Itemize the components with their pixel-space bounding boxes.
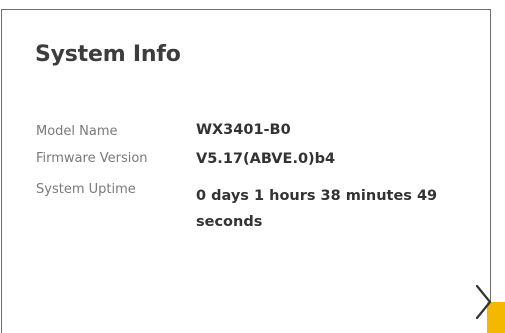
model-name-label: Model Name (36, 124, 118, 139)
page: System Info Model Name WX3401-B0 Firmwar… (0, 0, 505, 333)
firmware-version-label: Firmware Version (36, 151, 148, 166)
chevron-right-icon[interactable] (468, 282, 496, 322)
system-info-card: System Info Model Name WX3401-B0 Firmwar… (1, 9, 491, 333)
model-name-value: WX3401-B0 (196, 122, 291, 138)
system-uptime-label: System Uptime (36, 182, 136, 197)
card-title: System Info (35, 42, 181, 67)
firmware-version-value: V5.17(ABVE.0)b4 (196, 151, 336, 167)
system-uptime-value: 0 days 1 hours 38 minutes 49 seconds (196, 188, 438, 230)
